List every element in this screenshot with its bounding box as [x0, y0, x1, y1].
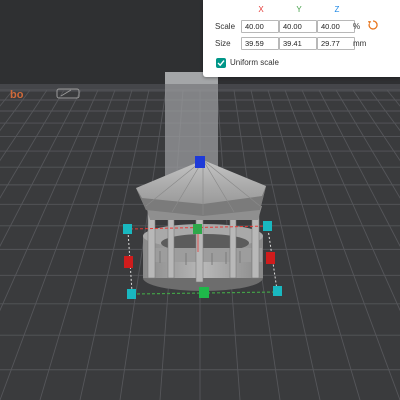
y-scale-handle-front[interactable] [199, 287, 209, 298]
axis-header-z: Z [334, 5, 340, 14]
corner-handle-bottom-left[interactable] [127, 289, 136, 299]
x-scale-handle-right[interactable] [266, 252, 275, 264]
uniform-scale-checkbox[interactable] [216, 58, 226, 68]
z-scale-handle[interactable] [195, 156, 205, 168]
plate-logo: bo [10, 89, 24, 101]
scale-y-field[interactable]: 40.00 [279, 20, 317, 33]
scale-row-label: Scale [215, 22, 236, 31]
corner-handle-bottom-right[interactable] [273, 286, 282, 296]
axis-header-y: Y [296, 5, 302, 14]
corner-handle-top-left[interactable] [123, 224, 132, 234]
ghost-column [165, 72, 218, 178]
size-y-field[interactable]: 39.41 [279, 37, 317, 50]
scale-panel: X Y Z Scale 40.00 40.00 40.00 % Size 39.… [203, 0, 400, 77]
size-row-label: Size [215, 39, 231, 48]
scale-z-field[interactable]: 40.00 [317, 20, 355, 33]
axis-header-x: X [258, 5, 264, 14]
checkmark-icon [217, 60, 225, 67]
size-unit: mm [353, 39, 367, 48]
x-scale-handle-left[interactable] [124, 256, 133, 268]
y-scale-handle-back[interactable] [193, 224, 202, 234]
corner-handle-top-right[interactable] [263, 221, 272, 231]
size-z-field[interactable]: 29.77 [317, 37, 355, 50]
reset-icon[interactable] [367, 19, 379, 31]
size-x-field[interactable]: 39.59 [241, 37, 279, 50]
scale-unit: % [353, 22, 361, 31]
uniform-scale-label: Uniform scale [230, 58, 279, 67]
scale-x-field[interactable]: 40.00 [241, 20, 279, 33]
